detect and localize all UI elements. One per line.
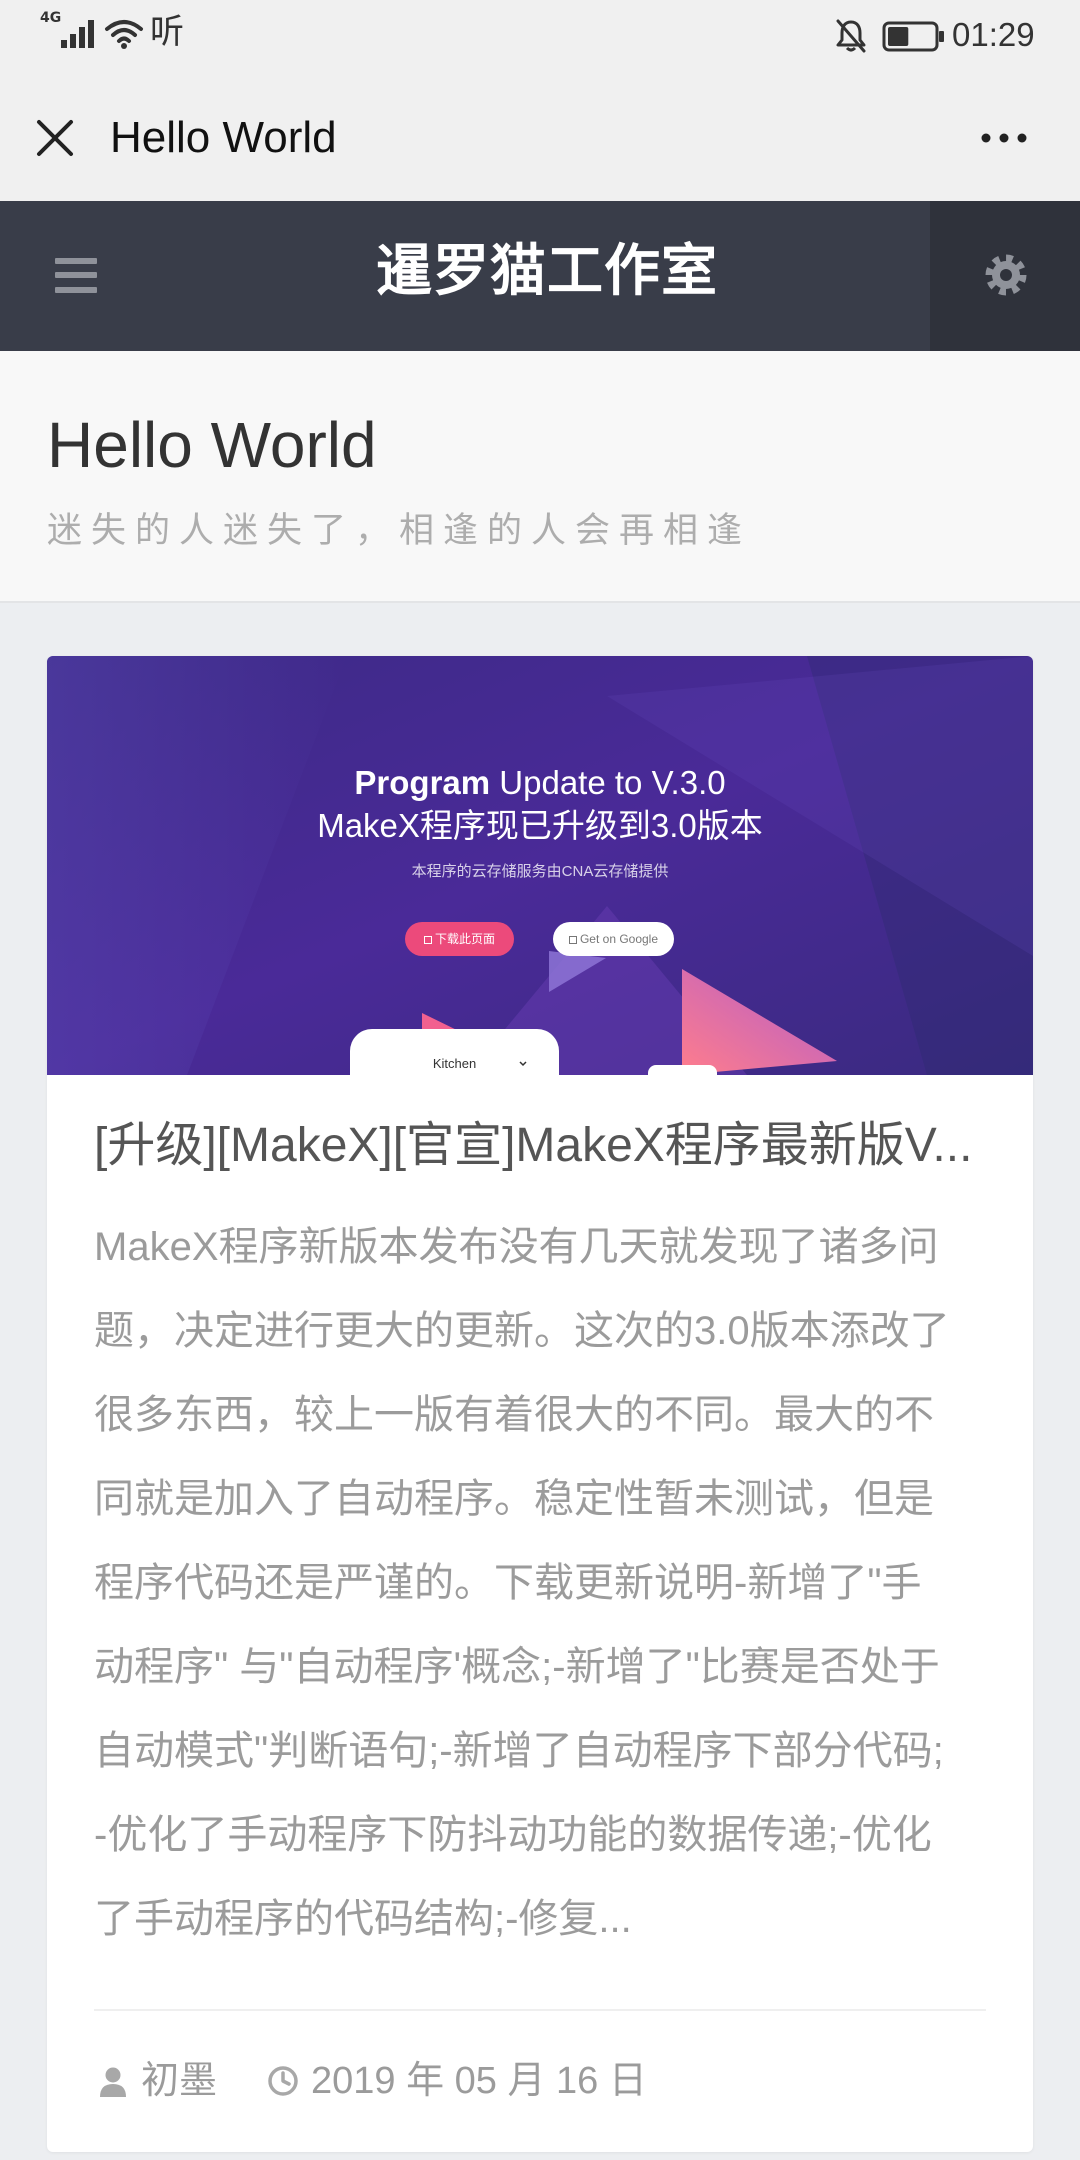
signal-bar [79,27,85,48]
battery-terminal [939,31,944,42]
site-header: 暹罗猫工作室 [0,201,1080,351]
post-excerpt: MakeX程序新版本发布没有几天就发现了诸多问 题，决定进行更大的更新。这次的3… [94,1205,986,1961]
banner-heading: Program Update to V.3.0 [47,760,1033,806]
excerpt-line: 动程序" 与"自动程序'概念;-新增了"比赛是否处于 [94,1645,940,1689]
page-header: Hello World 迷失的人迷失了，相逢的人会再相逢 [0,351,1080,603]
battery-icon [882,21,944,52]
cell-signal-icon [61,20,94,48]
battery-level-fill [888,27,909,46]
excerpt-line: -优化了手动程序下防抖动功能的数据传递;-优化 [94,1813,932,1857]
post-card[interactable]: Program Update to V.3.0 MakeX程序现已升级到3.0版… [47,656,1033,2152]
bell-off-icon [836,19,866,53]
more-dots-icon[interactable] [980,130,1028,146]
signal-bar [70,34,76,48]
card-divider [94,2009,986,2011]
signal-bar [61,40,67,48]
banner-heading-rest: Update to V.3.0 [490,764,726,801]
banner-heading-bold: Program [354,764,491,801]
excerpt-line: 了手动程序的代码结构;-修复... [94,1897,632,1941]
webview-title: Hello World [110,113,337,162]
phone-mockup-secondary [648,1065,717,1075]
banner-primary-button: 下载此页面 [405,922,514,956]
banner-note: 本程序的云存储服务由CNA云存储提供 [411,863,669,880]
close-icon[interactable] [36,119,74,157]
phone-mockup-label: Kitchen [432,1056,477,1071]
post-author: 初墨 [141,2060,218,2102]
page-title: Hello World [47,409,377,481]
user-icon [100,2067,126,2097]
network-type-label: 4G [40,10,62,26]
post-date: 2019 年 05 月 16 日 [311,2060,647,2102]
clock-time: 01:29 [952,16,1035,53]
wifi-icon [105,20,143,49]
excerpt-line: 很多东西，较上一版有着很大的不同。最大的不 [94,1393,934,1437]
clock-icon [268,2066,298,2096]
site-title[interactable]: 暹罗猫工作室 [14,236,1080,306]
status-extra-glyph: 听 [150,13,184,51]
excerpt-line: 程序代码还是严谨的。下载更新说明-新增了"手 [94,1561,922,1605]
excerpt-line: 题，决定进行更大的更新。这次的3.0版本添改了 [94,1309,950,1353]
banner-heading-cn: MakeX程序现已升级到3.0版本 [317,807,763,844]
banner-secondary-button: Get on Google [553,922,674,956]
excerpt-line: 自动模式"判断语句;-新增了自动程序下部分代码; [94,1729,944,1773]
square-icon [568,936,577,944]
page-subtitle: 迷失的人迷失了，相逢的人会再相逢 [47,511,752,550]
gear-icon[interactable] [985,254,1027,296]
square-icon [423,936,432,944]
banner-secondary-button-label: Get on Google [579,932,659,946]
banner-primary-button-label: 下载此页面 [434,932,495,946]
excerpt-line: 同就是加入了自动程序。稳定性暂未测试，但是 [94,1477,934,1521]
post-title[interactable]: [升级][MakeX][官宣]MakeX程序最新版V... [94,1114,986,1178]
signal-bar [88,20,94,48]
status-bar: 4G 听 01:29 [0,0,1080,72]
post-banner-image[interactable]: Program Update to V.3.0 MakeX程序现已升级到3.0版… [47,656,1033,1075]
excerpt-line: MakeX程序新版本发布没有几天就发现了诸多问 [94,1225,939,1269]
